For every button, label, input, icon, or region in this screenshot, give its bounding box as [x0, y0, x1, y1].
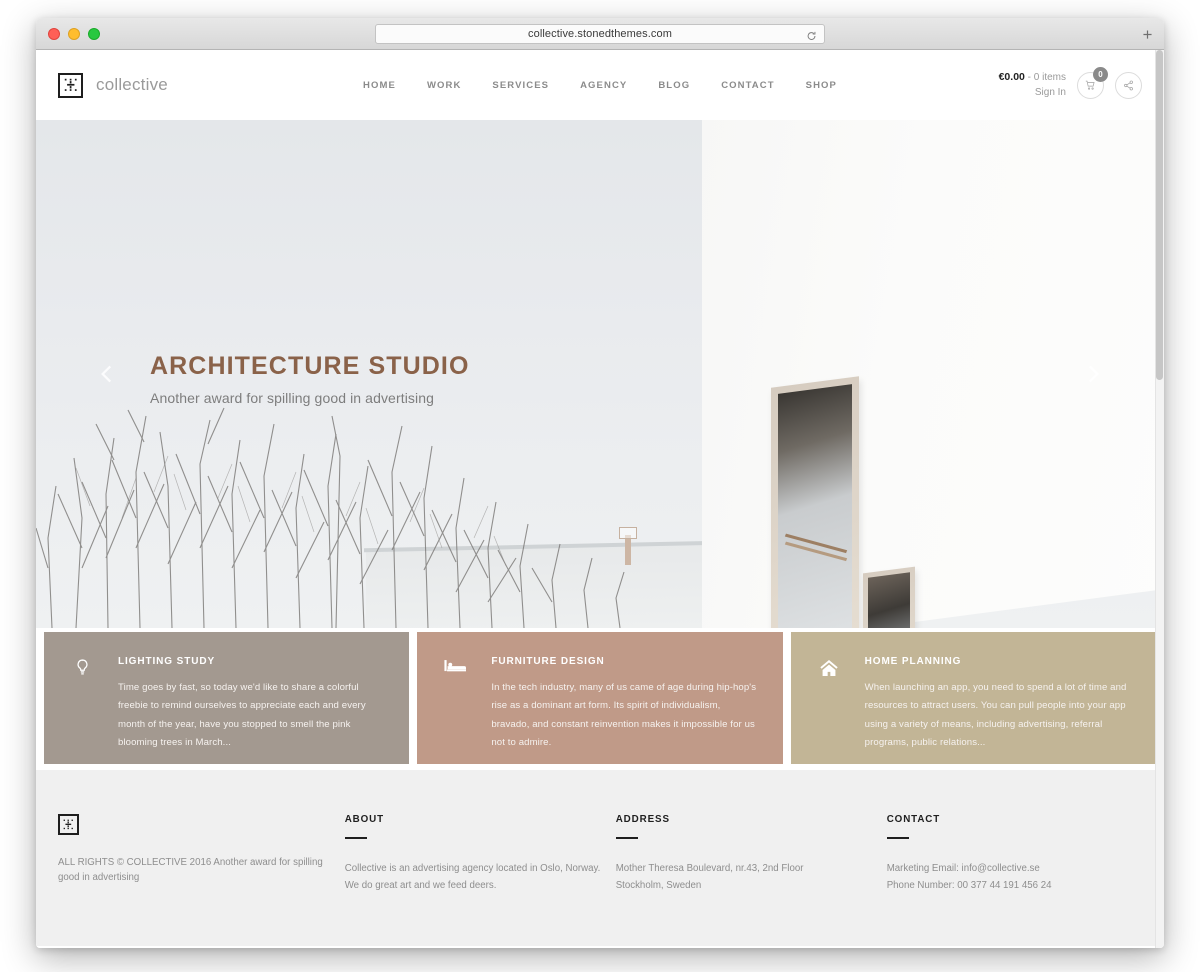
address-bar[interactable]: collective.stonedthemes.com: [375, 23, 825, 44]
hero-title: ARCHITECTURE STUDIO: [150, 352, 470, 380]
cart-summary: €0.00 - 0 items Sign In: [999, 70, 1066, 100]
lightbulb-icon: [66, 656, 98, 744]
hero-slider: ARCHITECTURE STUDIO Another award for sp…: [36, 120, 1164, 628]
slider-prev-button[interactable]: [94, 361, 120, 387]
browser-titlebar: collective.stonedthemes.com: [36, 18, 1164, 50]
footer-address-line-2: Stockholm, Sweden: [615, 880, 702, 892]
footer-contact-phone: Phone Number: 00 377 44 191 456 24: [886, 880, 1052, 892]
footer-address-heading: ADDRESS: [615, 814, 670, 825]
chevron-left-icon: [101, 365, 112, 383]
site-footer: ALL RIGHTS © COLLECTIVE 2016 Another awa…: [36, 770, 1164, 946]
small-window: [863, 566, 915, 628]
reload-icon[interactable]: [806, 28, 817, 40]
footer-about-column: ABOUT Collective is an advertising agenc…: [344, 814, 616, 946]
footer-copyright-line-1: ALL RIGHTS © COLLECTIVE 2016: [58, 857, 212, 868]
footer-brand-column: ALL RIGHTS © COLLECTIVE 2016 Another awa…: [58, 814, 345, 946]
minimize-window-button[interactable]: [68, 27, 80, 40]
site-logo-link[interactable]: collective: [58, 72, 168, 98]
sign-in-link[interactable]: Sign In: [999, 86, 1066, 101]
cart-button[interactable]: 0: [1077, 66, 1108, 99]
bed-icon: [439, 656, 471, 744]
site-header: collective HOME WORK SERVICES AGENCY BLO…: [36, 50, 1164, 120]
footer-contact-email: Marketing Email: info@collective.se: [886, 863, 1040, 874]
feature-text: When launching an app, you need to spend…: [864, 682, 1127, 749]
footer-contact-column: CONTACT Marketing Email: info@collective…: [886, 814, 1142, 946]
footer-contact-heading: CONTACT: [886, 814, 941, 825]
feature-body: HOME PLANNING When launching an app, you…: [864, 656, 1130, 748]
feature-card-lighting-study[interactable]: LIGHTING STUDY Time goes by fast, so tod…: [44, 632, 410, 764]
home-icon: [813, 656, 845, 744]
feature-body: LIGHTING STUDY Time goes by fast, so tod…: [118, 656, 383, 748]
window-traffic-lights: [48, 27, 100, 40]
cart-count-badge: 0: [1093, 66, 1108, 82]
browser-window: collective.stonedthemes.com collective H…: [36, 18, 1164, 948]
footer-address-column: ADDRESS Mother Theresa Boulevard, nr.43,…: [615, 814, 887, 946]
feature-text: Time goes by fast, so today we'd like to…: [118, 682, 366, 749]
feature-card-furniture-design[interactable]: FURNITURE DESIGN In the tech industry, m…: [417, 632, 783, 764]
share-icon: [1124, 80, 1133, 90]
nav-item-shop[interactable]: SHOP: [806, 80, 837, 91]
hero-subtitle: Another award for spilling good in adver…: [150, 390, 434, 406]
large-window-glass: [778, 384, 852, 628]
page-viewport: collective HOME WORK SERVICES AGENCY BLO…: [36, 50, 1164, 948]
header-utilities: €0.00 - 0 items Sign In 0: [999, 66, 1142, 100]
brand-name: collective: [96, 75, 168, 94]
bare-tree-branches: [36, 407, 625, 628]
footer-heading-divider: [886, 837, 909, 839]
footer-heading-divider: [344, 837, 367, 839]
page-scrollbar[interactable]: [1155, 50, 1164, 948]
small-window-glass: [868, 572, 910, 628]
feature-body: FURNITURE DESIGN In the tech industry, m…: [491, 656, 756, 748]
footer-contact-text: Marketing Email: info@collective.se Phon…: [887, 860, 1142, 895]
nav-item-agency[interactable]: AGENCY: [580, 80, 627, 91]
page-scrollbar-thumb[interactable]: [1156, 50, 1163, 380]
main-navigation: HOME WORK SERVICES AGENCY BLOG CONTACT S…: [363, 80, 837, 91]
cart-total-price: €0.00: [998, 71, 1025, 83]
feature-title: LIGHTING STUDY: [118, 656, 216, 667]
cart-item-count: 0 items: [1033, 72, 1066, 83]
nav-item-contact[interactable]: CONTACT: [721, 80, 774, 91]
chevron-right-icon: [1088, 365, 1099, 383]
nav-item-services[interactable]: SERVICES: [492, 80, 549, 91]
nav-item-blog[interactable]: BLOG: [658, 80, 690, 91]
slider-next-button[interactable]: [1080, 361, 1106, 387]
footer-about-heading: ABOUT: [344, 814, 385, 825]
cart-total-line: €0.00 - 0 items: [999, 70, 1066, 86]
footer-heading-divider: [615, 837, 638, 839]
share-button[interactable]: [1115, 71, 1142, 99]
large-window: [771, 376, 859, 628]
collective-logo-icon: [58, 814, 79, 835]
feature-boxes: LIGHTING STUDY Time goes by fast, so tod…: [36, 632, 1164, 764]
footer-address-text: Mother Theresa Boulevard, nr.43, 2nd Flo…: [616, 860, 887, 895]
hero-caption: ARCHITECTURE STUDIO Another award for sp…: [150, 352, 470, 406]
footer-address-line-1: Mother Theresa Boulevard, nr.43, 2nd Flo…: [615, 863, 804, 874]
footer-about-text: Collective is an advertising agency loca…: [344, 863, 601, 892]
nav-item-home[interactable]: HOME: [363, 80, 396, 91]
feature-title: FURNITURE DESIGN: [491, 656, 605, 667]
collective-logo-icon: [58, 72, 83, 98]
new-tab-button[interactable]: [1138, 25, 1156, 43]
url-text: collective.stonedthemes.com: [528, 27, 672, 40]
nav-item-work[interactable]: WORK: [427, 80, 461, 91]
feature-card-home-planning[interactable]: HOME PLANNING When launching an app, you…: [790, 632, 1156, 764]
feature-title: HOME PLANNING: [864, 656, 962, 667]
footer-copyright: ALL RIGHTS © COLLECTIVE 2016 Another awa…: [58, 855, 345, 885]
maximize-window-button[interactable]: [88, 27, 100, 40]
cart-separator: -: [1024, 72, 1034, 83]
feature-text: In the tech industry, many of us came of…: [491, 682, 757, 749]
close-window-button[interactable]: [48, 27, 60, 40]
shopping-cart-icon: [1085, 80, 1095, 90]
